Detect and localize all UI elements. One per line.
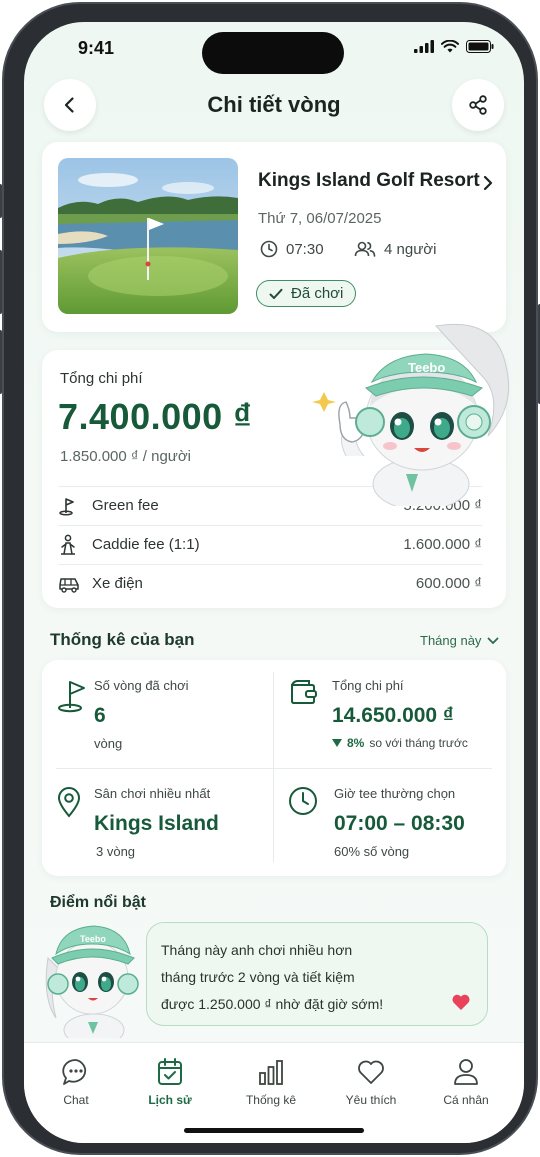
mascot-cap-text: Teebo xyxy=(408,360,445,375)
course-photo xyxy=(58,158,238,314)
mascot-small: Teebo xyxy=(45,925,139,1038)
home-indicator xyxy=(184,1128,364,1133)
stat-label: Tổng chi phí xyxy=(332,678,404,693)
stat-value: 07:00 – 08:30 xyxy=(334,812,465,835)
chat-icon xyxy=(62,1059,87,1085)
status-icons xyxy=(414,40,494,53)
check-icon xyxy=(269,288,283,299)
triangle-down-icon xyxy=(332,739,342,747)
tee-time: 07:30 xyxy=(286,240,324,258)
fee-name: Xe điện xyxy=(92,575,143,592)
tab-chat[interactable]: Chat xyxy=(36,1057,116,1107)
share-button[interactable] xyxy=(452,79,504,131)
round-date: Thứ 7, 06/07/2025 xyxy=(258,210,382,227)
heart-icon[interactable] xyxy=(451,993,471,1011)
battery-icon xyxy=(466,40,494,53)
total-cost-label: Tổng chi phí xyxy=(60,370,143,387)
share-icon xyxy=(469,95,487,115)
status-time: 9:41 xyxy=(78,38,115,58)
course-card[interactable]: Kings Island Golf Resort Thứ 7, 06/07/20… xyxy=(42,142,506,332)
highlight-line: tháng trước 2 vòng và tiết kiệm xyxy=(161,969,355,985)
signal-icon xyxy=(414,40,434,53)
cost-per-person: 1.850.000 ₫ / người xyxy=(60,448,191,465)
delta-value: 8% xyxy=(347,736,365,750)
tab-label: Lịch sử xyxy=(148,1093,192,1107)
fee-value: 600.000 ₫ xyxy=(415,575,482,592)
stat-rounds: Số vòng đã chơi 6 vòng xyxy=(42,660,272,768)
stat-tee-time: Giờ tee thường chọn 07:00 – 08:30 60% số… xyxy=(274,768,504,876)
tab-label: Cá nhân xyxy=(443,1093,489,1107)
players-count: 4 người xyxy=(384,240,437,258)
stat-value: Kings Island xyxy=(94,812,219,835)
total-cost-value: 7.400.000 ₫ xyxy=(58,396,253,437)
highlight-line: Tháng này anh chơi nhiều hơn xyxy=(161,942,353,958)
tab-label: Yêu thích xyxy=(345,1093,397,1107)
stats-title: Thống kê của bạn xyxy=(50,630,195,649)
status-label: Đã chơi xyxy=(291,285,344,302)
tab-label: Chat xyxy=(63,1093,89,1107)
period-label: Tháng này xyxy=(420,633,482,648)
stat-sub: 60% số vòng xyxy=(334,844,410,859)
app-screen: 9:41 Chi tiết vòng Kings Island Golf Res… xyxy=(24,22,524,1143)
stat-label: Số vòng đã chơi xyxy=(94,678,189,693)
caddie-icon xyxy=(61,534,75,555)
period-dropdown[interactable]: Tháng này xyxy=(420,633,499,648)
clock-icon xyxy=(289,787,317,815)
mascot-cap-text: Teebo xyxy=(80,934,106,944)
chevron-right-icon[interactable] xyxy=(482,174,494,192)
highlight-line: được 1.250.000 ₫ nhờ đặt giờ sớm! xyxy=(161,996,384,1012)
fee-row-cart: Xe điện 600.000 ₫ xyxy=(58,564,482,602)
phone-frame: 9:41 Chi tiết vòng Kings Island Golf Res… xyxy=(0,2,540,1155)
mascot-thumbs-up: Teebo xyxy=(312,323,510,506)
stat-spend: Tổng chi phí 14.650.000 ₫ 8% so với thán… xyxy=(274,660,504,768)
stat-sub: vòng xyxy=(94,736,123,751)
stat-label: Giờ tee thường chọn xyxy=(334,786,456,801)
tab-stats[interactable]: Thống kê xyxy=(231,1057,311,1107)
tee-time-row: 07:30 xyxy=(260,240,324,258)
user-icon xyxy=(454,1059,478,1085)
silent-switch xyxy=(0,184,2,218)
stat-value: 14.650.000 ₫ xyxy=(332,704,454,727)
map-pin-icon xyxy=(57,787,81,818)
chevron-down-icon xyxy=(488,637,499,644)
dynamic-island xyxy=(202,32,344,74)
golf-flag-icon xyxy=(59,497,74,516)
volume-down-button xyxy=(0,330,2,394)
stat-top-course: Sân chơi nhiều nhất Kings Island 3 vòng xyxy=(42,768,272,876)
status-bar: 9:41 xyxy=(24,22,524,78)
stat-label: Sân chơi nhiều nhất xyxy=(94,786,211,801)
delta-text: so với tháng trước xyxy=(369,736,468,750)
golf-cart-icon xyxy=(59,577,79,593)
course-name[interactable]: Kings Island Golf Resort xyxy=(258,170,480,192)
tab-favorites[interactable]: Yêu thích xyxy=(331,1057,411,1107)
players-row: 4 người xyxy=(354,240,436,258)
spend-delta: 8% so với tháng trước xyxy=(332,736,468,750)
fee-name: Caddie fee (1:1) xyxy=(92,536,200,553)
highlight-title: Điểm nổi bật xyxy=(50,894,147,911)
stat-sub: 3 vòng xyxy=(96,844,136,859)
stat-value: 6 xyxy=(94,704,106,727)
fee-value: 1.600.000 ₫ xyxy=(403,536,482,553)
wifi-icon xyxy=(441,40,459,53)
clock-icon xyxy=(260,240,278,258)
heart-icon xyxy=(358,1060,384,1084)
fee-row-caddie: Caddie fee (1:1) 1.600.000 ₫ xyxy=(58,525,482,563)
volume-up-button xyxy=(0,250,2,314)
stats-card: Số vòng đã chơi 6 vòng Tổng chi phí 14.6… xyxy=(42,660,506,876)
bar-chart-icon xyxy=(259,1060,283,1085)
tab-profile[interactable]: Cá nhân xyxy=(426,1057,506,1107)
tab-label: Thống kê xyxy=(245,1093,297,1107)
page-title: Chi tiết vòng xyxy=(207,92,341,117)
tab-history[interactable]: Lịch sử xyxy=(130,1057,210,1107)
wallet-icon xyxy=(291,680,317,704)
golf-flag-icon xyxy=(58,681,85,713)
users-icon xyxy=(354,241,376,257)
calendar-check-icon xyxy=(158,1058,182,1085)
highlight-bubble: Tháng này anh chơi nhiều hơn tháng trước… xyxy=(146,922,488,1026)
status-badge: Đã chơi xyxy=(256,280,357,307)
